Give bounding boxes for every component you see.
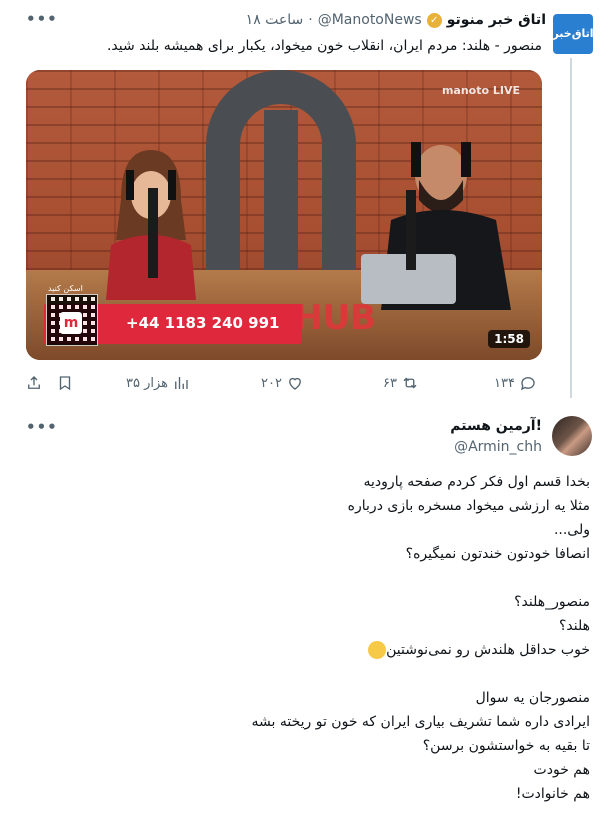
handle[interactable]: @Armin_chh [454, 439, 542, 455]
text-line: انصافا خودتون خندتون نمیگیره؟ [405, 546, 590, 562]
views-button[interactable]: ۳۵ هزار [126, 374, 190, 392]
text-line [30, 566, 590, 590]
microphone [148, 188, 158, 278]
reply-count: ۱۳۴ [494, 375, 515, 391]
video-player[interactable]: HUB اسکن کنید m +44 1183 240 991 manoto … [26, 70, 542, 360]
text-line: تا بقیه به خواستشون برسن؟ [422, 738, 590, 754]
grinning-emoji-icon [368, 641, 387, 659]
thread-line [570, 58, 572, 398]
more-icon[interactable]: ••• [26, 10, 58, 28]
scan-label: اسکن کنید [48, 284, 83, 293]
like-button[interactable]: ۲۰۲ [261, 374, 304, 392]
manoto-logo-icon: m [60, 312, 82, 334]
verified-badge-icon: ✓ [426, 12, 442, 28]
text-line: منصورجان یه سوال [475, 690, 590, 706]
display-name[interactable]: !آرمین هستم [450, 418, 542, 434]
phone-number: +44 1183 240 991 [126, 314, 280, 332]
like-count: ۲۰۲ [261, 375, 282, 391]
video-duration: 1:58 [488, 330, 530, 348]
views-count: ۳۵ هزار [126, 375, 169, 391]
text-line [30, 662, 590, 686]
tweet-header: ساعت ۱۸ · @ManotoNews ✓ اتاق خبر منوتو [246, 12, 546, 28]
retweet-count: ۶۳ [383, 375, 397, 391]
reply-icon [520, 377, 535, 391]
studio-sign: HUB [294, 298, 376, 338]
text-line: ایرادی داره شما تشریف بیاری ایران که خون… [251, 714, 590, 730]
timestamp[interactable]: ساعت ۱۸ [246, 12, 304, 28]
heart-icon [289, 377, 301, 390]
retweet-icon [403, 377, 417, 389]
text-line: هلند؟ [558, 618, 590, 634]
bookmark-button[interactable] [56, 374, 74, 392]
channel-live-badge: manoto LIVE [441, 84, 520, 97]
handle[interactable]: @ManotoNews [318, 12, 422, 28]
text-line: خوب حداقل هلندش رو نمی‌نوشتین [386, 642, 590, 658]
text-line: هم خودت [533, 762, 590, 778]
text-line: ولی... [553, 522, 590, 538]
avatar[interactable]: اتاق‌خبر [552, 14, 594, 54]
text-line-with-emoji: خوب حداقل هلندش رو نمی‌نوشتین [30, 638, 590, 662]
studio-logo-m-stem [264, 110, 298, 270]
avatar-label: اتاق‌خبر [552, 27, 594, 40]
more-icon[interactable]: ••• [26, 418, 58, 436]
display-name[interactable]: اتاق خبر منوتو [447, 12, 546, 28]
avatar[interactable] [552, 416, 592, 456]
text-line: بخدا قسم اول فکر کردم صفحه پارودیه [363, 474, 590, 490]
reply-button[interactable]: ۱۳۴ [494, 374, 537, 392]
microphone [406, 190, 416, 270]
text-line: مثلا یه ارزشی میخواد مسخره بازی درباره [347, 498, 590, 514]
share-button[interactable] [25, 374, 43, 392]
views-icon [175, 377, 188, 389]
tweet-text: منصور - هلند: مردم ایران، انقلاب خون میخ… [106, 38, 542, 54]
separator-dot: · [308, 12, 313, 28]
share-icon [28, 376, 40, 389]
retweet-button[interactable]: ۶۳ [383, 374, 419, 392]
bookmark-icon [59, 376, 71, 391]
text-line: منصور_هلند؟ [514, 594, 590, 610]
text-line: هم خانوادت! [515, 786, 590, 802]
tweet-text: بخدا قسم اول فکر کردم صفحه پارودیه مثلا … [30, 470, 590, 806]
